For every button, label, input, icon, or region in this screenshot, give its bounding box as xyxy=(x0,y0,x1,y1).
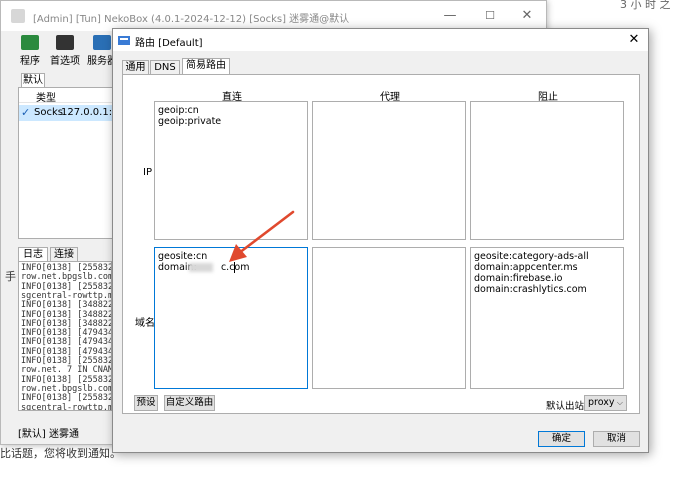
cancel-button[interactable]: 取消 xyxy=(593,431,640,447)
server-list-header: 类型 xyxy=(19,88,117,104)
domain-proxy-rules-textarea[interactable] xyxy=(312,247,466,389)
toolbar-label: 首选项 xyxy=(50,56,80,67)
rule-line: geosite:category-ads-all xyxy=(474,251,589,262)
routing-icon xyxy=(118,36,130,45)
row-label-ip: IP xyxy=(143,167,152,178)
tab-log[interactable]: 日志 xyxy=(18,247,48,262)
log-output[interactable]: INFO[0138] [2558328 row.net.bpgslb.com. IN… xyxy=(18,261,112,411)
background-time-text: 3 小 时 之 xyxy=(620,0,671,11)
default-outbound-value: proxy xyxy=(588,397,615,408)
routing-dialog: 路由 [Default] ✕ 通用 DNS 简易路由 直连 代理 阻止 IP 域… xyxy=(112,28,649,453)
ip-block-rules-textarea[interactable] xyxy=(470,101,624,240)
column-header-type: 类型 xyxy=(36,93,56,104)
custom-route-button[interactable]: 自定义路由 xyxy=(164,395,215,411)
server-type: Socks xyxy=(34,107,63,118)
program-icon xyxy=(21,35,39,50)
tab-simple-routing[interactable]: 简易路由 xyxy=(182,58,230,75)
rule-line: domain:firebase.io xyxy=(474,273,563,284)
rule-line: geoip:private xyxy=(158,116,222,127)
main-window-title: [Admin] [Tun] NekoBox (4.0.1-2024-12-12)… xyxy=(33,14,350,25)
tab-default-group[interactable]: 默认 xyxy=(21,73,45,87)
background-footer-text: 比话题，您将收到通知。 xyxy=(0,447,121,460)
row-label-domain: 域名 xyxy=(135,318,155,329)
main-title-bar: [Admin] [Tun] NekoBox (4.0.1-2024-12-12)… xyxy=(1,1,546,31)
redaction-blur xyxy=(189,263,213,272)
rule-line: domain:appcenter.ms xyxy=(474,262,578,273)
tab-connections[interactable]: 连接 xyxy=(50,247,78,262)
domain-block-rules-textarea[interactable]: geosite:category-ads-all domain:appcente… xyxy=(470,247,624,389)
ip-proxy-rules-textarea[interactable] xyxy=(312,101,466,240)
dialog-close-button[interactable]: ✕ xyxy=(624,30,644,50)
close-button[interactable]: ✕ xyxy=(508,1,546,31)
tab-general[interactable]: 通用 xyxy=(122,60,149,75)
ok-button[interactable]: 确定 xyxy=(538,431,585,447)
annotation-arrow-icon xyxy=(229,210,295,262)
toolbar-label: 程序 xyxy=(20,56,40,67)
nekobox-app-icon xyxy=(11,9,25,23)
active-check-icon: ✓ xyxy=(21,106,31,119)
rule-line: domain:crashlytics.com xyxy=(474,284,587,295)
maximize-button[interactable]: ☐ xyxy=(471,1,509,31)
server-row[interactable]: ✓ Socks 127.0.0.1:9909 xyxy=(19,105,138,121)
toolbar-preferences-button[interactable]: 首选项 xyxy=(49,35,81,69)
rule-line: geosite:cn xyxy=(158,251,208,262)
default-outbound-label: 默认出站 xyxy=(546,401,585,412)
server-list: 类型 ✓ Socks 127.0.0.1:9909 xyxy=(18,87,138,239)
default-outbound-select[interactable]: proxy ⌵ xyxy=(584,395,627,411)
log-line: sgcentral-rowttp.my xyxy=(21,402,112,411)
chevron-down-icon: ⌵ xyxy=(616,398,623,407)
preset-button[interactable]: 预设 xyxy=(134,395,158,411)
status-text: [默认] 迷雾通 xyxy=(18,429,79,440)
server-icon xyxy=(93,35,111,50)
preferences-icon xyxy=(56,35,74,50)
toolbar-program-button[interactable]: 程序 xyxy=(15,35,45,69)
dialog-title-bar: 路由 [Default] ✕ xyxy=(113,29,648,51)
dialog-title: 路由 [Default] xyxy=(135,38,203,49)
minimize-button[interactable]: — xyxy=(431,1,469,31)
rule-line: geoip:cn xyxy=(158,105,199,116)
tab-dns[interactable]: DNS xyxy=(150,60,180,75)
background-side-text: 手 xyxy=(5,270,16,283)
